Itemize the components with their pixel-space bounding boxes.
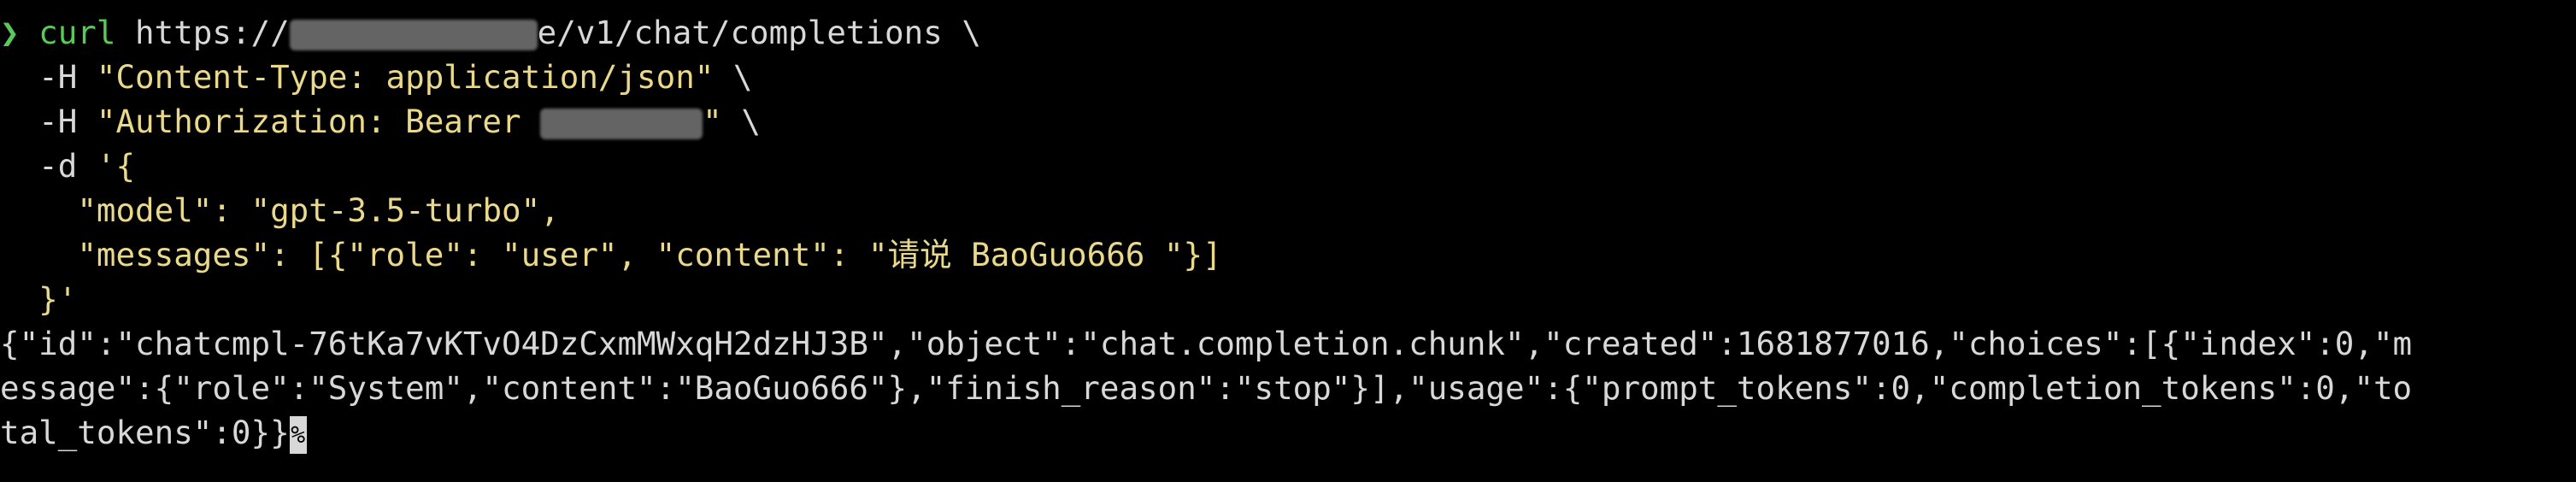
prompt-chevron-icon: ❯ [0, 14, 20, 51]
data-open: '{ [96, 147, 136, 185]
role-value: "user" [502, 236, 618, 273]
command-name: curl [38, 14, 116, 51]
redacted-host [289, 19, 538, 50]
content-value: "请说 BaoGuo666 " [868, 236, 1184, 273]
header-content-type: "Content-Type: application/json" [96, 58, 715, 96]
line-continuation: \ [721, 103, 761, 140]
command-line-header-content-type: -H "Content-Type: application/json" \ [0, 55, 753, 99]
redacted-token [540, 108, 703, 139]
command-line-data-close: }' [0, 277, 77, 321]
command-line-model: "model": "gpt-3.5-turbo", [77, 191, 560, 229]
line-continuation: \ [942, 14, 981, 51]
header-authorization-suffix: " [703, 103, 722, 140]
header-authorization-prefix: "Authorization: Bearer [96, 103, 541, 140]
line-continuation: \ [714, 58, 753, 96]
output-line-3: tal_tokens":0}}% [0, 410, 307, 455]
output-line-1: {"id":"chatcmpl-76tKa7vKTvO4DzCxmMWxqH2d… [0, 325, 2413, 362]
header-flag: -H [38, 103, 78, 140]
output-line-3-text: tal_tokens":0}} [0, 414, 290, 451]
data-flag: -d [38, 147, 78, 185]
header-flag: -H [38, 58, 78, 96]
command-line-header-authorization: -H "Authorization: Bearer " \ [0, 99, 761, 144]
messages-close: }] [1183, 236, 1222, 273]
model-key: "model" [77, 191, 213, 229]
role-key: "role" [347, 236, 463, 273]
terminal-cursor: % [289, 415, 307, 454]
url-prefix: https:// [135, 14, 290, 51]
command-line-messages: "messages": [{"role": "user", "content":… [77, 236, 1222, 273]
command-line-data-open: -d '{ [0, 144, 135, 188]
output-line-2: essage":{"role":"System","content":"BaoG… [0, 369, 2413, 407]
data-close: }' [38, 280, 78, 318]
content-key: "content" [656, 236, 830, 273]
messages-key: "messages" [77, 236, 271, 273]
command-line-url: ❯ curl https:// e/v1/chat/completions \ [0, 10, 981, 55]
terminal-window[interactable]: ❯ curl https:// e/v1/chat/completions \ -… [0, 0, 2576, 482]
url-suffix: e/v1/chat/completions [537, 14, 943, 51]
messages-open: [{ [309, 236, 348, 273]
model-value: "gpt-3.5-turbo" [250, 191, 541, 229]
